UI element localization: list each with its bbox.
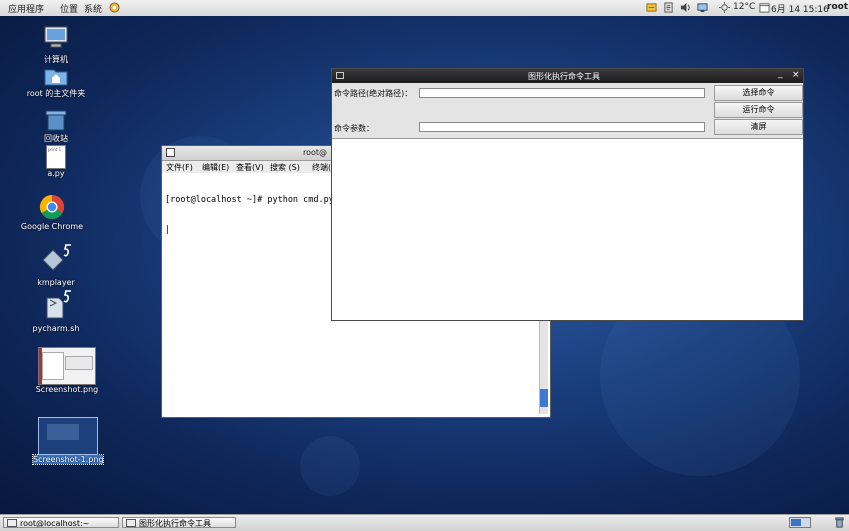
desktop-icon-chrome[interactable]: Google Chrome: [18, 194, 86, 231]
terminal-menu-search[interactable]: 搜索 (S): [270, 162, 300, 173]
terminal-scrollbar-thumb[interactable]: [540, 389, 548, 407]
minimize-button[interactable]: _: [778, 69, 783, 79]
tool-titlebar[interactable]: 图形化执行命令工具 _ ×: [332, 69, 803, 83]
desktop-icon-label: Google Chrome: [20, 222, 84, 231]
taskbar-terminal[interactable]: root@localhost:~: [3, 517, 119, 528]
desktop-icon-screenshot-1[interactable]: Screenshot-1.png: [32, 417, 104, 465]
bottom-panel: root@localhost:~ 图形化执行命令工具: [0, 514, 849, 531]
menu-places[interactable]: 位置: [60, 2, 78, 15]
workspace-switcher[interactable]: [789, 517, 811, 528]
home-folder-icon: [44, 69, 68, 86]
menu-applications[interactable]: 应用程序: [8, 2, 44, 15]
clock[interactable]: 6月 14 15:16: [771, 2, 829, 15]
update-icon[interactable]: [646, 2, 657, 13]
clear-button[interactable]: 清屏: [714, 119, 803, 135]
computer-icon: [44, 26, 68, 48]
desktop-icon-label: Screenshot-1.png: [32, 454, 104, 465]
desktop-icon-screenshot[interactable]: Screenshot.png: [34, 347, 100, 394]
desktop-icon-label: a.py: [47, 169, 65, 178]
terminal-title: root@: [303, 148, 328, 157]
weather-icon: [719, 2, 730, 13]
desktop-icon-label: kmplayer: [37, 278, 75, 287]
calendar-icon: [759, 3, 770, 13]
tool-output-area[interactable]: [332, 139, 803, 320]
desktop-icon-label: 回收站: [44, 134, 68, 143]
terminal-window-icon: [166, 148, 175, 157]
tool-form: 命令路径(绝对路径)： 选择命令 运行命令 命令参数： 清屏: [332, 83, 803, 139]
taskbar-command-tool[interactable]: 图形化执行命令工具: [122, 517, 236, 528]
command-tool-window[interactable]: 图形化执行命令工具 _ × 命令路径(绝对路径)： 选择命令 运行命令 命令参数…: [331, 68, 804, 321]
desktop-icon-home[interactable]: root 的主文件夹: [22, 66, 90, 99]
taskbar-label: 图形化执行命令工具: [139, 519, 211, 528]
desktop-icon-pycharm[interactable]: pycharm.sh: [28, 290, 84, 333]
terminal-line: [root@localhost ~]# python cmd.py: [165, 195, 334, 205]
launcher-icon[interactable]: [109, 2, 120, 13]
taskbar-label: root@localhost:~: [20, 519, 90, 528]
screenshot-file-icon: [38, 347, 96, 385]
trash-icon: [45, 110, 67, 131]
tool-title: 图形化执行命令工具: [528, 72, 600, 81]
command-param-label: 命令参数：: [334, 124, 374, 133]
desktop-icon-computer[interactable]: 计算机: [30, 24, 82, 65]
trash-applet-icon[interactable]: [834, 517, 845, 528]
screenshot-1-file-icon: [38, 417, 98, 455]
command-path-input[interactable]: [419, 88, 705, 98]
menu-system[interactable]: 系统: [84, 2, 102, 15]
desktop-icon-label: root 的主文件夹: [26, 89, 86, 98]
network-icon[interactable]: [697, 2, 708, 13]
run-command-button[interactable]: 运行命令: [714, 102, 803, 118]
window-task-icon: [126, 519, 136, 527]
temperature-text: 12°C: [733, 2, 756, 12]
top-panel: 应用程序 位置 系统 12°C 6月 14 15:16 root: [0, 0, 849, 17]
terminal-output[interactable]: [root@localhost ~]# python cmd.py |: [165, 175, 334, 255]
desktop-icon-kmplayer[interactable]: kmplayer: [30, 244, 82, 287]
volume-icon[interactable]: [680, 2, 691, 13]
user-name[interactable]: root: [827, 2, 848, 12]
chrome-icon: [39, 195, 65, 220]
tool-window-icon: [336, 72, 344, 79]
terminal-menu-file[interactable]: 文件(F): [166, 162, 193, 173]
terminal-menu-view[interactable]: 查看(V): [236, 162, 264, 173]
desktop-icon-label: pycharm.sh: [32, 324, 80, 333]
select-command-button[interactable]: 选择命令: [714, 85, 803, 101]
terminal-menu-terminal[interactable]: 终端(: [312, 162, 331, 173]
kmplayer-icon: [42, 244, 71, 271]
desktop-icon-label: Screenshot.png: [35, 385, 99, 394]
command-path-label: 命令路径(绝对路径)：: [334, 89, 413, 98]
desktop-icon-trash[interactable]: 回收站: [30, 109, 82, 144]
terminal-task-icon: [7, 519, 17, 527]
desktop-icon-a-py[interactable]: print 1 a.py: [36, 145, 76, 178]
command-param-input[interactable]: [419, 122, 705, 132]
desktop-icon-label: 计算机: [44, 55, 68, 64]
terminal-menu-edit[interactable]: 编辑(E): [202, 162, 229, 173]
close-button[interactable]: ×: [792, 70, 800, 80]
pycharm-icon: [46, 290, 71, 319]
clipboard-icon[interactable]: [663, 2, 674, 13]
python-file-icon: print 1: [46, 145, 66, 169]
terminal-cursor: |: [165, 225, 171, 235]
